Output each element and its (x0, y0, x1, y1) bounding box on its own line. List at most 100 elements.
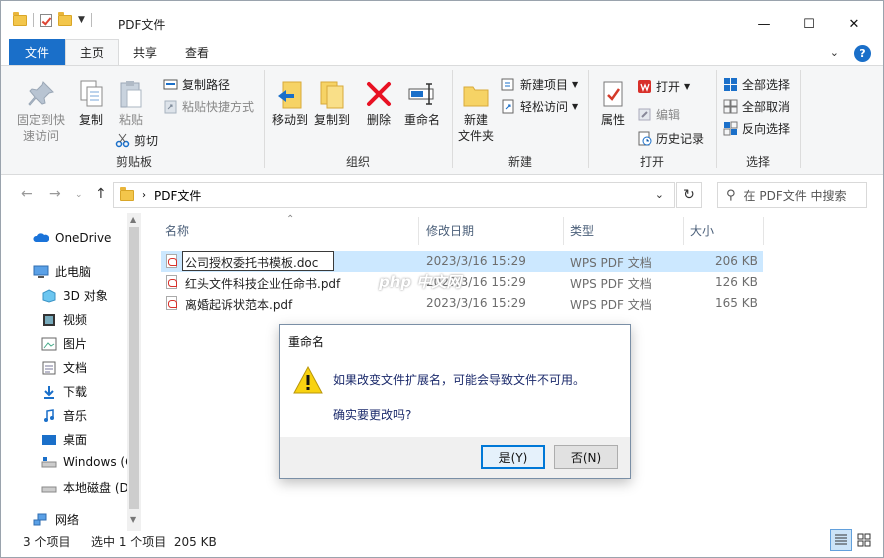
rename-confirm-dialog: 重命名 如果改变文件扩展名，可能会导致文件不可用。 确实要更改吗? 是(Y) 否… (279, 324, 631, 479)
sidebar-item-videos[interactable]: 视频 (41, 311, 87, 328)
minimize-button[interactable]: — (741, 9, 787, 39)
cut-button[interactable]: 剪切 (115, 132, 158, 149)
help-button[interactable]: ? (854, 45, 871, 62)
scrollbar-thumb[interactable] (129, 227, 139, 509)
collapse-ribbon-icon[interactable]: ⌄ (830, 46, 839, 59)
sidebar-item-downloads[interactable]: 下载 (41, 383, 87, 400)
sidebar-item-windows-c[interactable]: Windows (C (41, 455, 133, 469)
recent-chevron-icon[interactable]: ⌄ (75, 190, 83, 200)
new-folder-button[interactable]: 新建 文件夹 (455, 78, 497, 144)
column-header-date[interactable]: 修改日期 (426, 217, 474, 244)
scroll-up-icon[interactable]: ▲ (130, 215, 136, 224)
refresh-button[interactable]: ↻ (676, 182, 702, 208)
sidebar-item-this-pc[interactable]: 此电脑 (33, 263, 91, 280)
open-button[interactable]: 打开 ▼ (637, 78, 690, 95)
invert-selection-button[interactable]: 反向选择 (723, 120, 790, 137)
search-input[interactable]: ⚲ 在 PDF文件 中搜索 (717, 182, 867, 208)
copy-to-button[interactable]: 复制到 (311, 78, 353, 128)
chevron-down-icon: ▼ (684, 82, 691, 91)
tab-view[interactable]: 查看 (171, 39, 223, 65)
column-divider[interactable] (763, 217, 764, 245)
properties-button[interactable]: 属性 (593, 78, 633, 128)
move-to-button[interactable]: 移动到 (269, 78, 311, 128)
select-none-icon (723, 99, 738, 114)
customize-toolbar-icon[interactable]: ▼ (78, 15, 85, 25)
new-item-button[interactable]: 新建项目 ▼ (501, 76, 578, 93)
history-label: 历史记录 (656, 132, 705, 146)
file-row[interactable]: 红头文件科技企业任命书.pdf 2023/3/16 15:29 WPS PDF … (161, 272, 763, 293)
cut-label: 剪切 (134, 134, 159, 148)
new-folder-icon[interactable] (58, 11, 72, 26)
sidebar-item-label: 图片 (63, 337, 88, 351)
details-view-button[interactable] (830, 529, 852, 551)
file-type: WPS PDF 文档 (570, 277, 652, 291)
column-header-size[interactable]: 大小 (690, 217, 714, 244)
paste-shortcut-button[interactable]: 粘贴快捷方式 (163, 98, 254, 115)
picture-icon (41, 337, 57, 351)
maximize-button[interactable]: ☐ (786, 9, 832, 39)
sidebar-item-local-disk-d[interactable]: 本地磁盘 (D (41, 479, 129, 496)
column-header-type[interactable]: 类型 (570, 217, 594, 244)
move-to-label: 移动到 (271, 113, 308, 127)
properties-check-icon[interactable] (40, 13, 52, 27)
sidebar-item-documents[interactable]: 文档 (41, 359, 87, 376)
tab-share[interactable]: 共享 (119, 39, 171, 65)
nav-pane-scrollbar[interactable]: ▲ ▼ (127, 213, 141, 531)
close-button[interactable]: ✕ (831, 9, 877, 39)
edit-label: 编辑 (656, 108, 681, 122)
refresh-icon: ↻ (683, 187, 695, 203)
desktop-icon (41, 433, 57, 447)
easy-access-button[interactable]: 轻松访问 ▼ (501, 98, 578, 115)
rename-input[interactable]: 公司授权委托书模板.doc (182, 251, 334, 271)
address-bar[interactable]: › PDF文件 ⌄ (113, 182, 675, 208)
sidebar-item-music[interactable]: 音乐 (41, 407, 87, 424)
column-header-name[interactable]: 名称 (165, 217, 189, 244)
breadcrumb-separator-icon: › (142, 189, 146, 201)
delete-button[interactable]: 删除 (361, 78, 397, 128)
no-button[interactable]: 否(N) (554, 445, 618, 469)
up-arrow-icon[interactable]: ↑ (95, 186, 107, 202)
sidebar-item-label: 网络 (55, 513, 80, 527)
pin-quick-access-button[interactable]: 固定到快 速访问 (11, 78, 71, 144)
title-bar: ▼ PDF文件 — ☐ ✕ (1, 1, 883, 39)
sidebar-item-3d-objects[interactable]: 3D 对象 (41, 287, 108, 304)
forward-arrow-icon[interactable]: → (49, 186, 61, 202)
file-row[interactable]: 公司授权委托书模板.doc 2023/3/16 15:29 WPS PDF 文档… (161, 251, 763, 272)
paste-button[interactable]: 粘贴 (111, 78, 151, 128)
rename-label: 重命名 (403, 113, 440, 127)
scroll-down-icon[interactable]: ▼ (130, 515, 136, 524)
copy-button[interactable]: 复制 (71, 78, 111, 128)
video-icon (41, 313, 57, 327)
tab-file[interactable]: 文件 (9, 39, 65, 65)
edit-button[interactable]: 编辑 (637, 106, 680, 123)
sidebar-item-label: OneDrive (55, 231, 112, 245)
sidebar-item-onedrive[interactable]: OneDrive (33, 231, 111, 245)
yes-button[interactable]: 是(Y) (481, 445, 545, 469)
select-none-button[interactable]: 全部取消 (723, 98, 790, 115)
invert-selection-icon (723, 121, 738, 136)
folder-icon (120, 186, 134, 201)
column-divider[interactable] (563, 217, 564, 245)
delete-label: 删除 (366, 113, 391, 127)
sidebar-item-network[interactable]: 网络 (33, 511, 79, 528)
tab-home[interactable]: 主页 (65, 39, 120, 65)
divider (33, 13, 34, 27)
select-all-button[interactable]: 全部选择 (723, 76, 790, 93)
chevron-down-icon: ▼ (572, 102, 579, 111)
sidebar-item-desktop[interactable]: 桌面 (41, 431, 87, 448)
paste-shortcut-label: 粘贴快捷方式 (182, 100, 255, 114)
address-dropdown-icon[interactable]: ⌄ (655, 188, 664, 201)
breadcrumb-item[interactable]: PDF文件 (154, 187, 201, 204)
large-icons-view-button[interactable] (853, 529, 875, 551)
back-arrow-icon[interactable]: ← (21, 186, 33, 202)
item-count: 3 个项目 (23, 535, 71, 549)
clipboard-group: 固定到快 速访问 复制 粘贴 复制路径 粘贴快捷方式 剪切 剪贴板 (5, 70, 263, 172)
file-row[interactable]: 离婚起诉状范本.pdf 2023/3/16 15:29 WPS PDF 文档 1… (161, 293, 763, 314)
sidebar-item-pictures[interactable]: 图片 (41, 335, 87, 352)
sidebar-item-label: 视频 (63, 313, 88, 327)
rename-button[interactable]: 重命名 (399, 78, 445, 128)
column-divider[interactable] (683, 217, 684, 245)
history-button[interactable]: 历史记录 (637, 130, 704, 147)
copy-path-button[interactable]: 复制路径 (163, 76, 230, 93)
column-divider[interactable] (418, 217, 419, 245)
